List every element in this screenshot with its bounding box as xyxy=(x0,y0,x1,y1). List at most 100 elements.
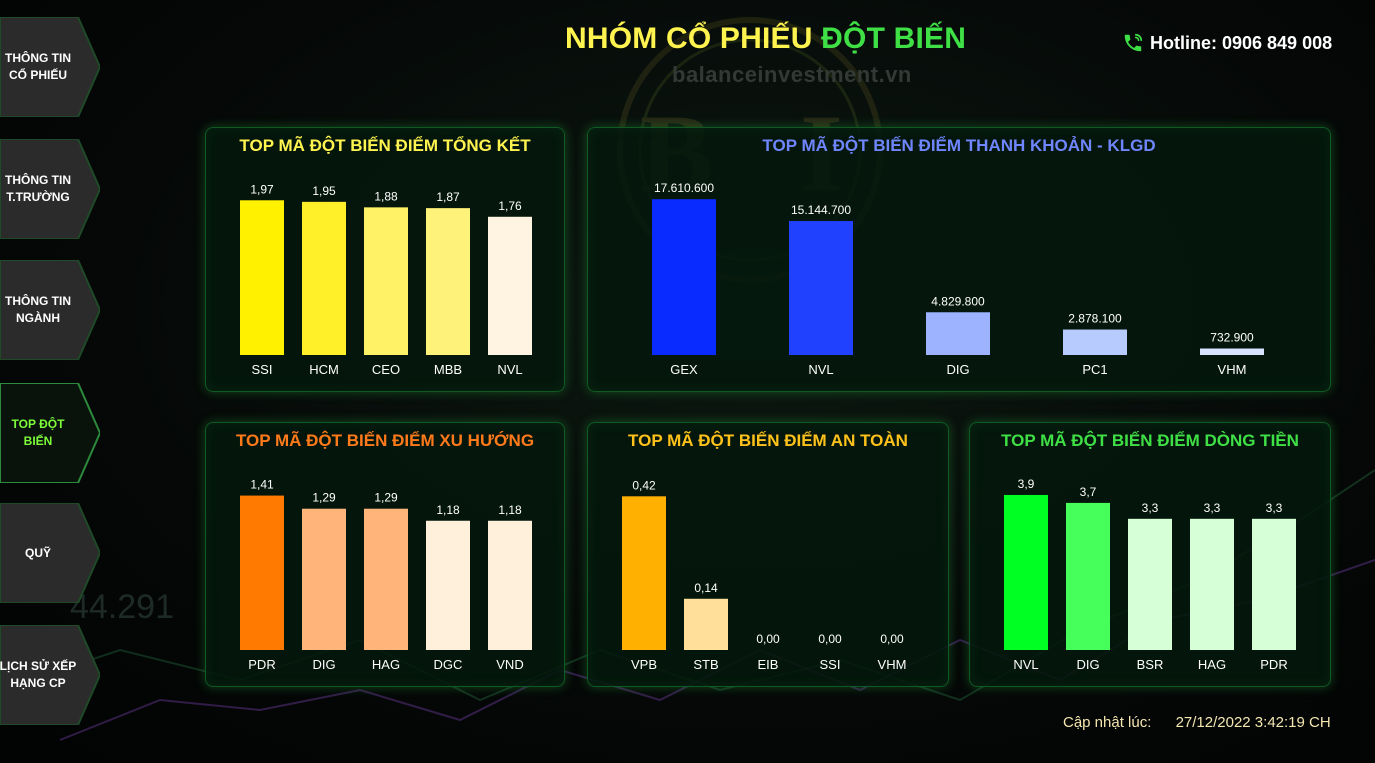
bar-pdr[interactable] xyxy=(240,495,284,650)
bar-pc1[interactable] xyxy=(1063,329,1127,355)
chart-an-toan: 0,42 VPB 0,14 STB 0,00 EIB 0,00 SSI 0,00 VHM xyxy=(622,478,907,672)
panel-xu-huong: TOP MÃ ĐỘT BIẾN ĐIỂM XU HƯỚNG 1,41 PDR 1,2… xyxy=(205,422,565,687)
data-label: 0,00 xyxy=(818,632,842,646)
bar-pdr[interactable] xyxy=(1252,518,1296,650)
sidebar-label-line-1: THÔNG TIN xyxy=(5,173,71,187)
sidebar-label-line-2: CỔ PHIẾU xyxy=(8,68,67,82)
data-label: 732.900 xyxy=(1210,331,1254,345)
category-label: BSR xyxy=(1137,657,1164,672)
chart-dong-tien: 3,9 NVL 3,7 DIG 3,3 BSR 3,3 HAG 3,3 PDR xyxy=(1004,477,1296,672)
category-label: DIG xyxy=(946,362,969,377)
category-label: CEO xyxy=(372,362,400,377)
category-label: HCM xyxy=(309,362,339,377)
sidebar-label-line-2: BIẾN xyxy=(23,434,53,448)
category-label: DIG xyxy=(312,657,335,672)
sidebar-item-1[interactable]: THÔNG TIN CỔ PHIẾU xyxy=(0,17,100,117)
bar-nvl[interactable] xyxy=(488,216,532,355)
category-label: VPB xyxy=(631,657,657,672)
category-label: PC1 xyxy=(1082,362,1107,377)
category-label: DGC xyxy=(434,657,463,672)
data-label: 17.610.600 xyxy=(654,181,714,195)
data-label: 0,14 xyxy=(694,581,718,595)
hotline[interactable]: Hotline: 0906 849 008 xyxy=(1122,32,1332,54)
sidebar-item-label: LỊCH SỬ XẾP HẠNG CP xyxy=(0,658,77,692)
category-label: VHM xyxy=(878,657,907,672)
data-label: 1,41 xyxy=(250,478,274,492)
bar-stb[interactable] xyxy=(684,598,728,650)
data-label: 0,42 xyxy=(632,478,656,492)
data-label: 1,87 xyxy=(436,190,460,204)
bar-ssi[interactable] xyxy=(240,200,284,355)
category-label: DIG xyxy=(1076,657,1099,672)
bar-bsr[interactable] xyxy=(1128,518,1172,650)
category-label: NVL xyxy=(497,362,522,377)
sidebar-label-line-2: T.TRƯỜNG xyxy=(6,190,70,204)
panel-an-toan: TOP MÃ ĐỘT BIẾN ĐIỂM AN TOÀN 0,42 VPB 0,14… xyxy=(587,422,949,687)
sidebar-item-3[interactable]: THÔNG TIN NGÀNH xyxy=(0,260,100,360)
bar-hcm[interactable] xyxy=(302,201,346,355)
panel-thanh-khoan: TOP MÃ ĐỘT BIẾN ĐIỂM THANH KHOẢN - KLGD … xyxy=(587,127,1331,392)
bar-dig[interactable] xyxy=(926,312,990,355)
data-label: 1,76 xyxy=(498,199,522,213)
chart-xu-huong: 1,41 PDR 1,29 DIG 1,29 HAG 1,18 DGC 1,18 VND xyxy=(240,478,532,672)
bar-gex[interactable] xyxy=(652,199,716,355)
chart-thanh-khoan: 17.610.600 GEX 15.144.700 NVL 4.829.800 DIG 2.… xyxy=(652,181,1264,377)
category-label: SSI xyxy=(820,657,841,672)
sidebar-item-4[interactable]: TOP ĐỘT BIẾN xyxy=(0,383,100,483)
data-label: 3,3 xyxy=(1266,501,1283,515)
category-label: STB xyxy=(693,657,718,672)
sidebar-item-label: TOP ĐỘT BIẾN xyxy=(0,416,77,450)
update-label: Cập nhật lúc: xyxy=(1063,714,1152,731)
bar-dig[interactable] xyxy=(302,508,346,650)
bar-vnd[interactable] xyxy=(488,520,532,650)
sidebar-item-2[interactable]: THÔNG TIN T.TRƯỜNG xyxy=(0,139,100,239)
data-label: 3,9 xyxy=(1018,477,1035,491)
update-value: 27/12/2022 3:42:19 CH xyxy=(1175,714,1331,731)
sidebar-item-label: QUỸ xyxy=(0,545,77,562)
sidebar-item-label: THÔNG TIN CỔ PHIẾU xyxy=(0,50,77,84)
data-label: 0,00 xyxy=(756,632,780,646)
category-label: PDR xyxy=(1260,657,1287,672)
category-label: HAG xyxy=(372,657,400,672)
sidebar-item-6[interactable]: LỊCH SỬ XẾP HẠNG CP xyxy=(0,625,100,725)
data-label: 3,3 xyxy=(1204,501,1221,515)
data-label: 3,7 xyxy=(1080,485,1097,499)
bar-dgc[interactable] xyxy=(426,520,470,650)
bar-mbb[interactable] xyxy=(426,208,470,355)
category-label: SSI xyxy=(252,362,273,377)
category-label: VHM xyxy=(1218,362,1247,377)
chart-tong-ket: 1,97 SSI 1,95 HCM 1,88 CEO 1,87 MBB 1,76 NVL xyxy=(240,182,532,377)
bar-nvl[interactable] xyxy=(789,221,853,355)
sidebar-label-line-1: LỊCH SỬ XẾP xyxy=(0,659,77,673)
data-label: 0,00 xyxy=(880,632,904,646)
bar-ceo[interactable] xyxy=(364,207,408,355)
bar-nvl[interactable] xyxy=(1004,494,1048,650)
data-label: 1,29 xyxy=(374,491,398,505)
category-label: EIB xyxy=(758,657,779,672)
hotline-text: Hotline: 0906 849 008 xyxy=(1150,32,1333,53)
bar-hag[interactable] xyxy=(364,508,408,650)
bar-vhm[interactable] xyxy=(1200,348,1264,355)
panel-dong-tien: TOP MÃ ĐỘT BIẾN ĐIỂM DÒNG TIỀN 3,9 NVL 3,7… xyxy=(969,422,1331,687)
data-label: 1,29 xyxy=(312,491,336,505)
category-label: VND xyxy=(496,657,523,672)
sidebar-label-line-2: HẠNG CP xyxy=(10,676,66,690)
bar-dig[interactable] xyxy=(1066,502,1110,650)
bar-vpb[interactable] xyxy=(622,496,666,650)
category-label: GEX xyxy=(670,362,698,377)
sidebar-label-line-1: THÔNG TIN xyxy=(5,294,71,308)
sidebar-item-label: THÔNG TIN T.TRƯỜNG xyxy=(0,172,77,206)
category-label: PDR xyxy=(248,657,275,672)
title-part-1: NHÓM CỔ PHIẾU xyxy=(565,22,813,55)
bar-hag[interactable] xyxy=(1190,518,1234,650)
data-label: 15.144.700 xyxy=(791,203,851,217)
data-label: 1,88 xyxy=(374,189,398,203)
sidebar-item-5[interactable]: QUỸ xyxy=(0,503,100,603)
data-label: 1,18 xyxy=(436,503,460,517)
data-label: 1,97 xyxy=(250,182,274,196)
page-title: NHÓM CỔ PHIẾU ĐỘT BIẾN xyxy=(565,22,966,56)
data-label: 2.878.100 xyxy=(1068,312,1122,326)
sidebar-label-line-2: NGÀNH xyxy=(16,311,60,325)
category-label: NVL xyxy=(808,362,833,377)
sidebar-label-line-1: TOP ĐỘT xyxy=(11,417,65,431)
